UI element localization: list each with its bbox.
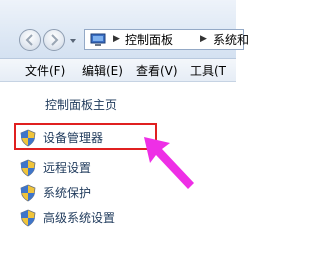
uac-shield-icon	[20, 184, 36, 202]
recent-pages-dropdown-icon[interactable]	[69, 37, 77, 45]
uac-shield-icon	[20, 159, 36, 177]
menu-bar: 文件(F) 编辑(E) 查看(V) 工具(T	[0, 59, 236, 82]
address-bar[interactable]: ▶ 控制面板 ▶ 系统和	[84, 29, 249, 50]
task-label: 远程设置	[43, 161, 92, 175]
breadcrumb-separator-icon[interactable]: ▶	[200, 34, 207, 44]
explorer-navigation-bar: ▶ 控制面板 ▶ 系统和	[0, 0, 249, 59]
left-task-pane: 控制面板主页 设备管理器 远程设置 系统保护 高级系统设置	[0, 82, 236, 266]
uac-shield-icon	[20, 209, 36, 227]
control-panel-home-link[interactable]: 控制面板主页	[45, 97, 117, 113]
breadcrumb-separator-icon[interactable]: ▶	[113, 34, 120, 44]
forward-button[interactable]	[43, 29, 65, 51]
task-label: 系统保护	[43, 186, 92, 200]
pointer-arrow-icon	[144, 137, 194, 189]
task-advanced-system-settings[interactable]: 高级系统设置	[20, 208, 190, 228]
computer-icon	[90, 33, 106, 46]
back-button[interactable]	[19, 29, 41, 51]
menu-tools[interactable]: 工具(T	[190, 63, 226, 79]
breadcrumb-system[interactable]: 系统和	[213, 32, 249, 48]
forward-arrow-icon	[51, 34, 59, 46]
menu-edit[interactable]: 编辑(E)	[82, 63, 123, 79]
menu-view[interactable]: 查看(V)	[136, 63, 178, 79]
highlight-box	[14, 123, 157, 150]
back-arrow-icon	[25, 34, 33, 46]
task-label: 高级系统设置	[43, 211, 116, 225]
breadcrumb-control-panel[interactable]: 控制面板	[125, 32, 173, 48]
menu-file[interactable]: 文件(F)	[25, 63, 65, 79]
